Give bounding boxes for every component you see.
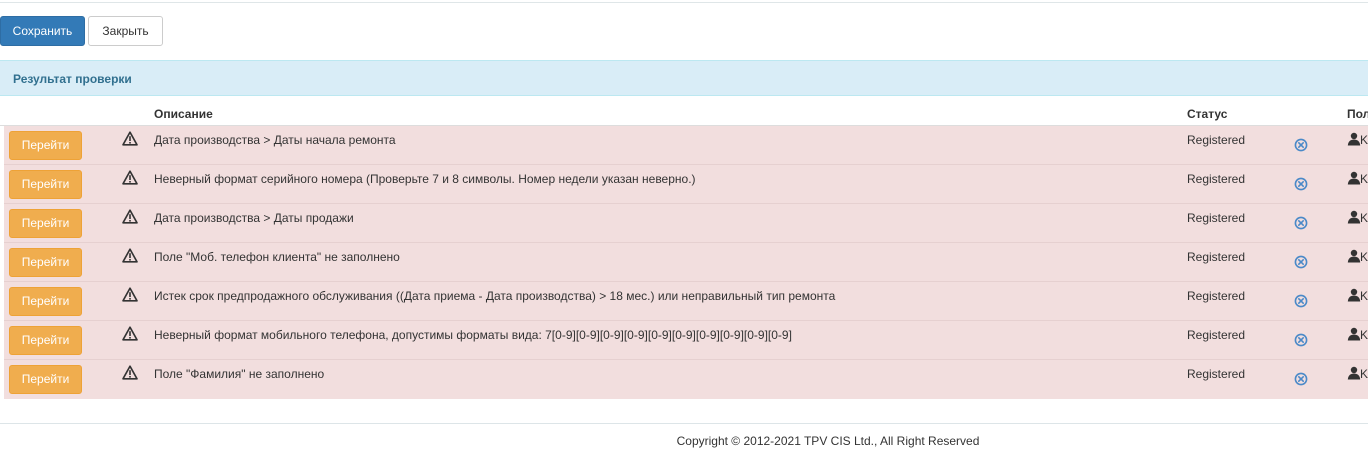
row-description: Неверный формат серийного номера (Провер…	[154, 172, 696, 186]
footer-divider	[0, 423, 1368, 424]
warning-triangle-icon	[122, 170, 138, 185]
copyright-text: Copyright © 2012-2021 TPV CIS Ltd., All …	[676, 434, 980, 448]
column-header-status: Статус	[1187, 107, 1228, 121]
table-row: Перейти Дата производства > Даты продажи R…	[4, 204, 1368, 243]
remove-circle-icon[interactable]	[1294, 333, 1308, 347]
remove-circle-icon[interactable]	[1294, 138, 1308, 152]
row-user: K	[1360, 289, 1368, 303]
user-icon	[1347, 249, 1361, 263]
row-user: K	[1360, 328, 1368, 342]
table-row: Перейти Истек срок предпродажного обслужи…	[4, 282, 1368, 321]
panel-title: Результат проверки	[13, 72, 132, 86]
warning-triangle-icon	[122, 209, 138, 224]
warning-triangle-icon	[122, 131, 138, 146]
warning-triangle-icon	[122, 248, 138, 263]
row-user: K	[1360, 172, 1368, 186]
validation-table: Описание Статус Пол Перейти Дата производ…	[0, 97, 1368, 399]
row-user: K	[1360, 367, 1368, 381]
row-status: Registered	[1187, 133, 1246, 147]
row-status: Registered	[1187, 328, 1246, 342]
table-row: Перейти Неверный формат мобильного телефо…	[4, 321, 1368, 360]
row-status: Registered	[1187, 250, 1246, 264]
table-row: Перейти Дата производства > Даты начала р…	[4, 126, 1368, 165]
go-button[interactable]: Перейти	[9, 287, 82, 316]
table-body: Перейти Дата производства > Даты начала р…	[4, 126, 1368, 399]
row-user: K	[1360, 211, 1368, 225]
user-icon	[1347, 132, 1361, 146]
row-status: Registered	[1187, 172, 1246, 186]
user-icon	[1347, 288, 1361, 302]
remove-circle-icon[interactable]	[1294, 255, 1308, 269]
row-description: Поле "Моб. телефон клиента" не заполнено	[154, 250, 400, 264]
table-header: Описание Статус Пол	[0, 97, 1368, 126]
go-button[interactable]: Перейти	[9, 365, 82, 394]
close-button[interactable]: Закрыть	[88, 16, 163, 46]
user-icon	[1347, 171, 1361, 185]
remove-circle-icon[interactable]	[1294, 372, 1308, 386]
row-description: Поле "Фамилия" не заполнено	[154, 367, 325, 381]
go-button[interactable]: Перейти	[9, 209, 82, 238]
user-icon	[1347, 327, 1361, 341]
table-row: Перейти Поле "Моб. телефон клиента" не за…	[4, 243, 1368, 282]
warning-triangle-icon	[122, 365, 138, 380]
panel-heading: Результат проверки	[0, 60, 1368, 96]
row-status: Registered	[1187, 367, 1246, 381]
go-button[interactable]: Перейти	[9, 248, 82, 277]
row-status: Registered	[1187, 211, 1246, 225]
row-description: Истек срок предпродажного обслуживания (…	[154, 289, 836, 303]
row-status: Registered	[1187, 289, 1246, 303]
remove-circle-icon[interactable]	[1294, 216, 1308, 230]
table-row: Перейти Неверный формат серийного номера …	[4, 165, 1368, 204]
go-button[interactable]: Перейти	[9, 131, 82, 160]
go-button[interactable]: Перейти	[9, 170, 82, 199]
remove-circle-icon[interactable]	[1294, 294, 1308, 308]
warning-triangle-icon	[122, 287, 138, 302]
row-description: Дата производства > Даты начала ремонта	[154, 133, 396, 147]
column-header-description: Описание	[154, 107, 213, 121]
footer: Copyright © 2012-2021 TPV CIS Ltd., All …	[0, 434, 1368, 448]
warning-triangle-icon	[122, 326, 138, 341]
table-row: Перейти Поле "Фамилия" не заполнено Regist…	[4, 360, 1368, 399]
row-user: K	[1360, 133, 1368, 147]
save-button[interactable]: Сохранить	[0, 16, 85, 46]
go-button[interactable]: Перейти	[9, 326, 82, 355]
column-header-user: Пол	[1347, 107, 1368, 121]
user-icon	[1347, 210, 1361, 224]
row-user: K	[1360, 250, 1368, 264]
top-divider	[0, 2, 1368, 3]
row-description: Дата производства > Даты продажи	[154, 211, 354, 225]
user-icon	[1347, 366, 1361, 380]
row-description: Неверный формат мобильного телефона, доп…	[154, 328, 792, 342]
remove-circle-icon[interactable]	[1294, 177, 1308, 191]
